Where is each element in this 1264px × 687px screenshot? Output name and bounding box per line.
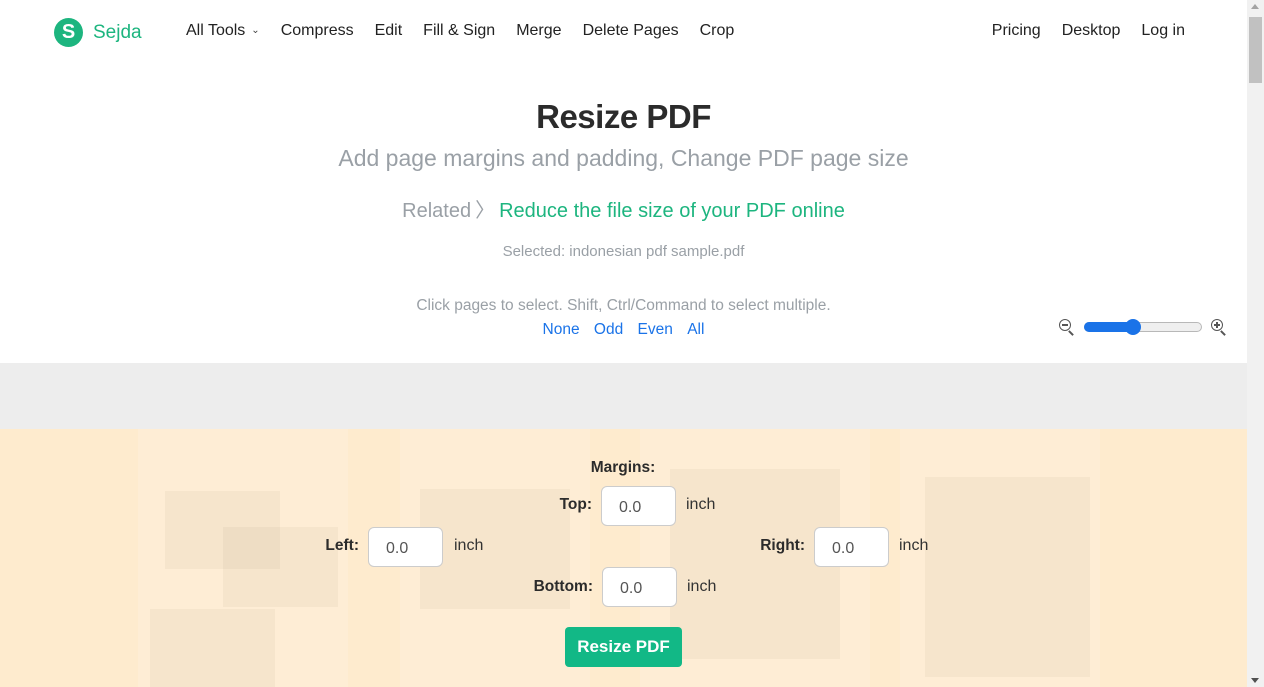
top-margin-label: Top: (559, 496, 592, 513)
nav-merge[interactable]: Merge (516, 22, 561, 40)
zoom-slider[interactable] (1084, 319, 1202, 335)
scrollbar-thumb[interactable] (1249, 17, 1262, 83)
margins-options-panel: Margins: Top: inch Left: inch Right: inc… (0, 429, 1247, 687)
nav-delete-pages[interactable]: Delete Pages (583, 22, 679, 40)
thumbnail-zoom-control (1058, 318, 1228, 336)
pages-area-top (0, 363, 1247, 429)
sejda-logo[interactable]: S Sejda (54, 18, 142, 47)
select-none-link[interactable]: None (543, 321, 580, 338)
nav-fill-sign[interactable]: Fill & Sign (423, 22, 495, 40)
right-margin-unit: inch (899, 537, 929, 554)
related-tools: Related 〉 Reduce the file size of your PDF… (0, 194, 1247, 223)
resize-pdf-button[interactable]: Resize PDF (565, 627, 682, 667)
nav-pricing[interactable]: Pricing (992, 22, 1041, 40)
zoom-slider-thumb[interactable] (1125, 319, 1141, 335)
right-margin-label: Right: (760, 537, 805, 554)
scroll-down-arrow-icon[interactable] (1251, 678, 1259, 683)
logo-icon: S (54, 18, 83, 47)
selection-hint: Click pages to select. Shift, Ctrl/Comma… (416, 297, 831, 314)
zoom-in-icon[interactable] (1210, 318, 1228, 336)
brand-name: Sejda (93, 21, 142, 43)
page-subtitle: Add page margins and padding, Change PDF… (338, 145, 909, 171)
nav-desktop[interactable]: Desktop (1062, 22, 1121, 40)
left-margin-input[interactable] (368, 527, 443, 567)
top-margin-input[interactable] (601, 486, 676, 526)
chevron-right-icon: 〉 (475, 200, 496, 222)
select-even-link[interactable]: Even (638, 321, 673, 338)
zoom-out-icon[interactable] (1058, 318, 1076, 336)
nav-links: All Tools ⌄ Compress Edit Fill & Sign Mer… (186, 22, 734, 40)
chevron-down-icon: ⌄ (251, 25, 260, 36)
top-navigation: S Sejda All Tools ⌄ Compress Edit Fill & … (0, 0, 1247, 64)
left-margin-unit: inch (454, 537, 484, 554)
page-scrollbar[interactable] (1247, 0, 1264, 687)
select-all-link[interactable]: All (687, 321, 704, 338)
related-label: Related (402, 200, 472, 222)
related-link[interactable]: Reduce the file size of your PDF online (499, 200, 845, 222)
right-margin-input[interactable] (814, 527, 889, 567)
nav-right: Pricing Desktop Log in (992, 22, 1185, 40)
nav-login[interactable]: Log in (1141, 22, 1185, 40)
nav-all-tools[interactable]: All Tools ⌄ (186, 22, 260, 40)
nav-crop[interactable]: Crop (700, 22, 735, 40)
bottom-margin-label: Bottom: (533, 578, 593, 595)
margins-heading: Margins: (590, 459, 656, 476)
select-odd-link[interactable]: Odd (594, 321, 623, 338)
nav-edit[interactable]: Edit (375, 22, 403, 40)
selected-file: Selected: indonesian pdf sample.pdf (502, 243, 745, 260)
bottom-margin-input[interactable] (602, 567, 677, 607)
bottom-margin-unit: inch (687, 578, 717, 595)
page-title: Resize PDF (536, 98, 711, 135)
scroll-up-arrow-icon[interactable] (1251, 4, 1259, 9)
top-margin-unit: inch (686, 496, 716, 513)
left-margin-label: Left: (325, 537, 359, 554)
nav-compress[interactable]: Compress (281, 22, 354, 40)
nav-all-tools-label: All Tools (186, 22, 246, 39)
